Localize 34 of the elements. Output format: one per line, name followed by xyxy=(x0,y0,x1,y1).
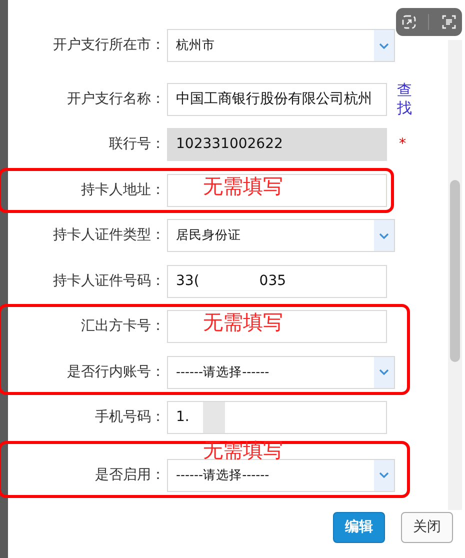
input-field[interactable] xyxy=(167,174,387,207)
find-link[interactable]: 查找 xyxy=(397,80,412,118)
field-label: 持卡人地址： xyxy=(80,180,166,200)
close-button[interactable]: 关闭 xyxy=(401,512,453,543)
scan-icon[interactable] xyxy=(442,15,456,29)
input-field[interactable] xyxy=(167,310,387,344)
field-label: 联行号： xyxy=(108,135,166,154)
select-field[interactable]: 居民身份证 xyxy=(167,219,395,252)
field-label: 是否启用： xyxy=(94,466,166,485)
chevron-down-icon xyxy=(379,42,389,49)
chevron-down-icon xyxy=(379,472,389,478)
chevron-down-icon xyxy=(379,369,389,376)
expand-icon[interactable] xyxy=(402,15,416,29)
input-field[interactable]: 33( 035 xyxy=(167,264,387,298)
field-label: 开户支行所在市： xyxy=(52,36,166,56)
select-field[interactable]: ------请选择------ xyxy=(167,458,395,492)
annotation-text: 无需填写 xyxy=(203,176,283,196)
input-field[interactable]: 1. xyxy=(167,401,387,434)
scrollbar-thumb[interactable] xyxy=(450,180,460,362)
field-label: 开户支行名称： xyxy=(66,90,166,109)
field-label: 手机号码： xyxy=(94,408,166,428)
chevron-down-icon xyxy=(379,232,389,239)
field-label: 汇出方卡号： xyxy=(80,317,166,336)
input-field[interactable]: 中国工商银行股份有限公司杭州 xyxy=(167,82,387,116)
field-label: 持卡人证件号码： xyxy=(52,272,166,291)
field-label: 是否行内账号： xyxy=(66,362,166,382)
annotation-text: 无需填写 xyxy=(203,312,283,332)
select-field[interactable]: ------请选择------ xyxy=(167,356,395,389)
input-field: 102331002622 xyxy=(167,128,387,162)
edit-button[interactable]: 编辑 xyxy=(333,512,385,543)
select-field[interactable]: 杭州市 xyxy=(167,29,395,62)
annotation-text: 无需填写 xyxy=(203,440,283,460)
field-label: 持卡人证件类型： xyxy=(52,226,166,246)
required-mark: * xyxy=(399,135,406,154)
